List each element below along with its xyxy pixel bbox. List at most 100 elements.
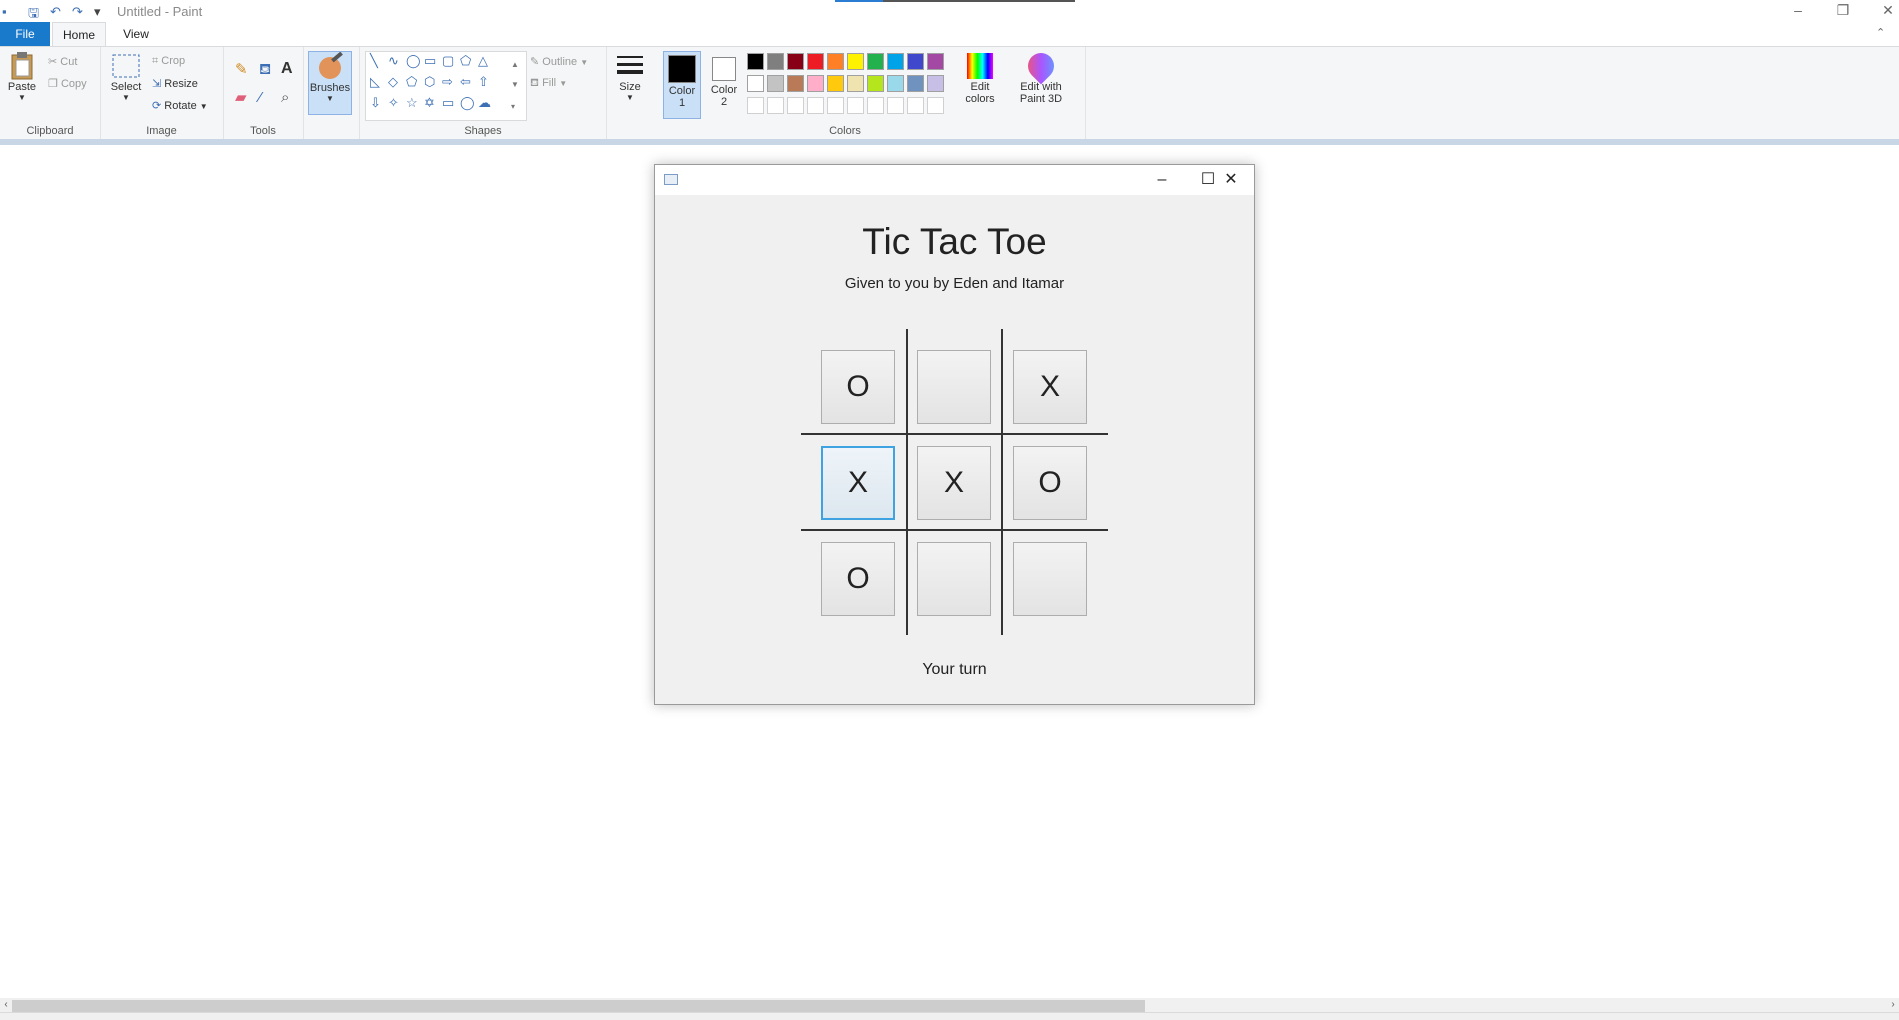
scrollbar-thumb[interactable] [12,1000,1145,1012]
right-triangle-shape-icon[interactable]: ◺ [370,75,380,89]
horizontal-scrollbar[interactable]: ‹ › [0,998,1899,1012]
palette-swatch-row3-8[interactable] [907,97,924,114]
fill-bucket-icon[interactable]: ⛾ [259,62,271,77]
close-icon[interactable]: ✕ [1865,0,1899,22]
board-cell-4[interactable]: X [917,446,991,520]
eraser-icon[interactable]: ▰ [235,90,247,105]
edit-colors-button[interactable]: Edit colors [960,51,1000,105]
palette-swatch-row3-0[interactable] [747,97,764,114]
line-shape-icon[interactable]: ╲ [370,54,378,68]
resize-button[interactable]: ⇲ Resize [152,77,198,90]
board-cell-1[interactable] [917,350,991,424]
triangle-shape-icon[interactable]: △ [478,54,488,68]
palette-swatch-row3-4[interactable] [827,97,844,114]
board-cell-7[interactable] [917,542,991,616]
tab-view[interactable]: View [110,22,162,46]
five-point-star-shape-icon[interactable]: ☆ [406,96,418,110]
pentagon-shape-icon[interactable]: ⬠ [406,75,417,89]
copy-button[interactable]: ❐ Copy [48,77,87,90]
hexagon-shape-icon[interactable]: ⬡ [424,75,435,89]
board-cell-2[interactable]: X [1013,350,1087,424]
palette-swatch-row1-2[interactable] [787,53,804,70]
six-point-star-shape-icon[interactable]: ✡ [424,96,435,110]
scroll-right-icon[interactable]: › [1887,998,1899,1012]
shapes-expand-icon[interactable]: ▾ [511,100,515,114]
customize-quick-access-icon[interactable]: ▾ [94,4,101,20]
redo-icon[interactable]: ↷ [72,4,83,20]
palette-swatch-row2-5[interactable] [847,75,864,92]
fill-button[interactable]: ⛾ Fill ▼ [530,77,567,91]
color2-button[interactable]: Color 2 [705,51,743,108]
shapes-scroll-up-icon[interactable]: ▲ [511,58,519,72]
rect-callout-shape-icon[interactable]: ▭ [442,96,454,110]
palette-swatch-row2-2[interactable] [787,75,804,92]
size-button[interactable]: Size ▼ [611,51,649,102]
palette-swatch-row1-7[interactable] [887,53,904,70]
restore-icon[interactable]: ❐ [1820,0,1866,22]
board-cell-8[interactable] [1013,542,1087,616]
palette-swatch-row1-8[interactable] [907,53,924,70]
palette-swatch-row2-1[interactable] [767,75,784,92]
crop-button[interactable]: ⌗ Crop [152,55,185,68]
minimize-icon[interactable]: – [1775,0,1821,22]
palette-swatch-row2-0[interactable] [747,75,764,92]
oval-shape-icon[interactable]: ◯ [406,54,421,68]
palette-swatch-row3-2[interactable] [787,97,804,114]
left-arrow-shape-icon[interactable]: ⇦ [460,75,471,89]
tab-home[interactable]: Home [52,22,106,46]
palette-swatch-row1-3[interactable] [807,53,824,70]
cloud-callout-shape-icon[interactable]: ☁ [478,96,491,110]
right-arrow-shape-icon[interactable]: ⇨ [442,75,453,89]
game-close-icon[interactable]: ✕ [1208,165,1254,195]
game-minimize-icon[interactable]: – [1139,165,1185,195]
palette-swatch-row3-6[interactable] [867,97,884,114]
palette-swatch-row2-7[interactable] [887,75,904,92]
board-cell-6[interactable]: O [821,542,895,616]
color1-button[interactable]: Color 1 [663,51,701,119]
palette-swatch-row2-8[interactable] [907,75,924,92]
brushes-button[interactable]: Brushes ▼ [308,51,352,115]
pencil-icon[interactable]: ✎ [235,62,248,77]
rotate-button[interactable]: ⟳ Rotate ▼ [152,99,208,112]
palette-swatch-row3-1[interactable] [767,97,784,114]
rounded-rectangle-shape-icon[interactable]: ▢ [442,54,454,68]
scroll-left-icon[interactable]: ‹ [0,998,12,1012]
palette-swatch-row3-9[interactable] [927,97,944,114]
up-arrow-shape-icon[interactable]: ⇧ [478,75,489,89]
outline-button[interactable]: ✎ Outline ▼ [530,55,588,68]
edit-with-paint3d-button[interactable]: Edit with Paint 3D [1013,47,1069,105]
rectangle-shape-icon[interactable]: ▭ [424,54,436,68]
curve-shape-icon[interactable]: ∿ [388,54,399,68]
collapse-ribbon-icon[interactable]: ⌃ [1876,26,1885,39]
palette-swatch-row1-1[interactable] [767,53,784,70]
palette-swatch-row2-4[interactable] [827,75,844,92]
diamond-shape-icon[interactable]: ◇ [388,75,398,89]
paste-button[interactable]: Paste ▼ [4,51,40,102]
undo-icon[interactable]: ↶ [50,4,61,20]
board-cell-0[interactable]: O [821,350,895,424]
text-tool-icon[interactable]: A [281,61,293,77]
palette-swatch-row3-5[interactable] [847,97,864,114]
palette-swatch-row2-9[interactable] [927,75,944,92]
palette-swatch-row2-6[interactable] [867,75,884,92]
color-picker-icon[interactable]: ⁄ [259,90,262,105]
palette-swatch-row1-0[interactable] [747,53,764,70]
palette-swatch-row2-3[interactable] [807,75,824,92]
palette-swatch-row1-9[interactable] [927,53,944,70]
select-button[interactable]: Select ▼ [108,51,144,102]
shapes-scroll-down-icon[interactable]: ▼ [511,78,519,92]
four-point-star-shape-icon[interactable]: ✧ [388,96,399,110]
board-cell-5[interactable]: O [1013,446,1087,520]
tab-file[interactable]: File [0,22,50,46]
cut-button[interactable]: ✂ Cut [48,55,77,68]
oval-callout-shape-icon[interactable]: ◯ [460,96,475,110]
palette-swatch-row3-7[interactable] [887,97,904,114]
board-cell-3[interactable]: X [821,446,895,520]
polygon-shape-icon[interactable]: ⬠ [460,54,471,68]
magnifier-icon[interactable]: ⌕ [281,90,289,105]
palette-swatch-row1-5[interactable] [847,53,864,70]
palette-swatch-row1-4[interactable] [827,53,844,70]
down-arrow-shape-icon[interactable]: ⇩ [370,96,381,110]
palette-swatch-row3-3[interactable] [807,97,824,114]
palette-swatch-row1-6[interactable] [867,53,884,70]
